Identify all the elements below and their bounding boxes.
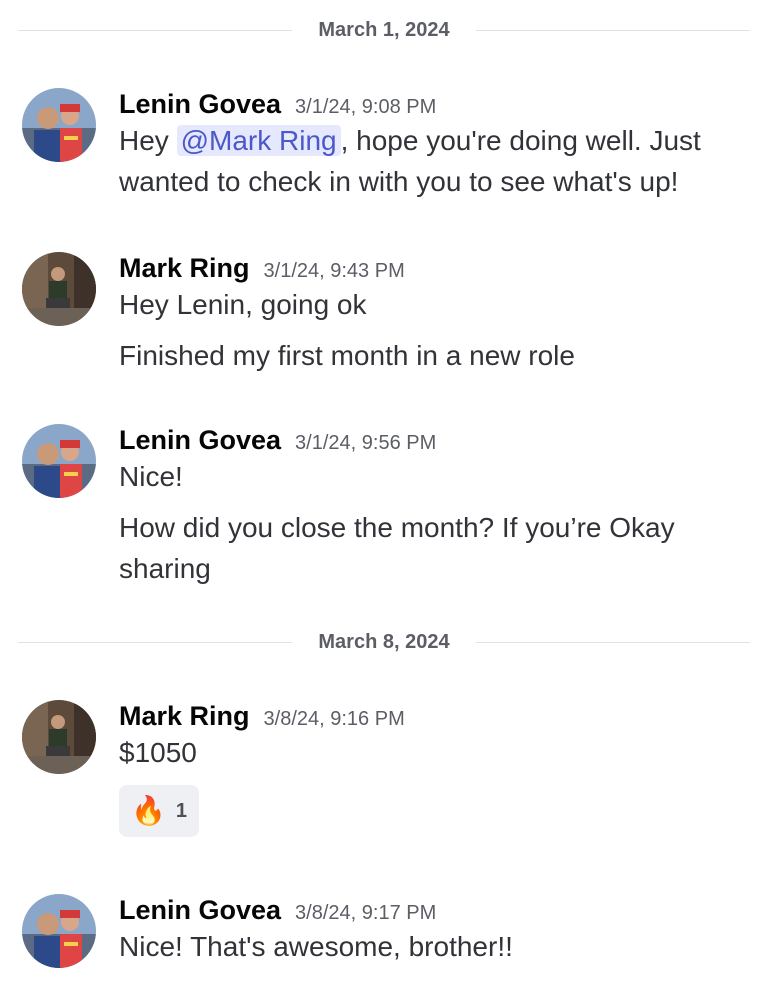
timestamp: 3/1/24, 9:43 PM bbox=[263, 260, 405, 282]
timestamp: 3/1/24, 9:08 PM bbox=[295, 96, 437, 118]
message-text-part: , hope you're doing well. Just bbox=[340, 125, 701, 156]
avatar-photo bbox=[22, 88, 96, 162]
timestamp: 3/8/24, 9:16 PM bbox=[263, 708, 405, 730]
reaction-count: 1 bbox=[175, 799, 187, 822]
message-text: Hey @Mark Ring, hope you're doing well. … bbox=[119, 120, 748, 161]
user-mention[interactable]: @Mark Ring bbox=[176, 125, 341, 156]
message-text: How did you close the month? If you’re O… bbox=[119, 512, 675, 543]
author-name[interactable]: Lenin Govea bbox=[119, 895, 281, 925]
date-divider: March 1, 2024 bbox=[18, 20, 750, 40]
message-header: Mark Ring 3/8/24, 9:16 PM bbox=[119, 700, 748, 732]
message-text: sharing bbox=[119, 553, 211, 584]
avatar[interactable] bbox=[22, 894, 96, 968]
reaction-button[interactable]: 🔥 1 bbox=[119, 785, 199, 837]
avatar-photo bbox=[22, 424, 96, 498]
message-header: Lenin Govea 3/1/24, 9:08 PM bbox=[119, 88, 748, 120]
fire-emoji-icon: 🔥 bbox=[131, 795, 166, 826]
author-name[interactable]: Lenin Govea bbox=[119, 89, 281, 119]
message-text-part: Hey bbox=[119, 125, 177, 156]
message-header: Mark Ring 3/1/24, 9:43 PM bbox=[119, 252, 748, 284]
author-name[interactable]: Lenin Govea bbox=[119, 425, 281, 455]
message-text: Finished my first month in a new role bbox=[119, 340, 575, 371]
message-text: wanted to check in with you to see what'… bbox=[119, 166, 679, 197]
divider-line bbox=[476, 642, 750, 643]
author-name[interactable]: Mark Ring bbox=[119, 253, 250, 283]
timestamp: 3/1/24, 9:56 PM bbox=[295, 432, 437, 454]
author-name[interactable]: Mark Ring bbox=[119, 701, 250, 731]
avatar[interactable] bbox=[22, 424, 96, 498]
avatar[interactable] bbox=[22, 252, 96, 326]
message-text: $1050 bbox=[119, 737, 197, 768]
avatar-photo bbox=[22, 252, 96, 326]
date-divider: March 8, 2024 bbox=[18, 632, 750, 652]
message-text: Nice! That's awesome, brother!! bbox=[119, 931, 513, 962]
avatar-photo bbox=[22, 700, 96, 774]
timestamp: 3/8/24, 9:17 PM bbox=[295, 902, 437, 924]
divider-line bbox=[476, 30, 750, 31]
message-text: Hey Lenin, going ok bbox=[119, 289, 367, 320]
avatar-photo bbox=[22, 894, 96, 968]
message-header: Lenin Govea 3/1/24, 9:56 PM bbox=[119, 424, 748, 456]
avatar[interactable] bbox=[22, 700, 96, 774]
message-text: Nice! bbox=[119, 461, 183, 492]
avatar[interactable] bbox=[22, 88, 96, 162]
message-header: Lenin Govea 3/8/24, 9:17 PM bbox=[119, 894, 748, 926]
